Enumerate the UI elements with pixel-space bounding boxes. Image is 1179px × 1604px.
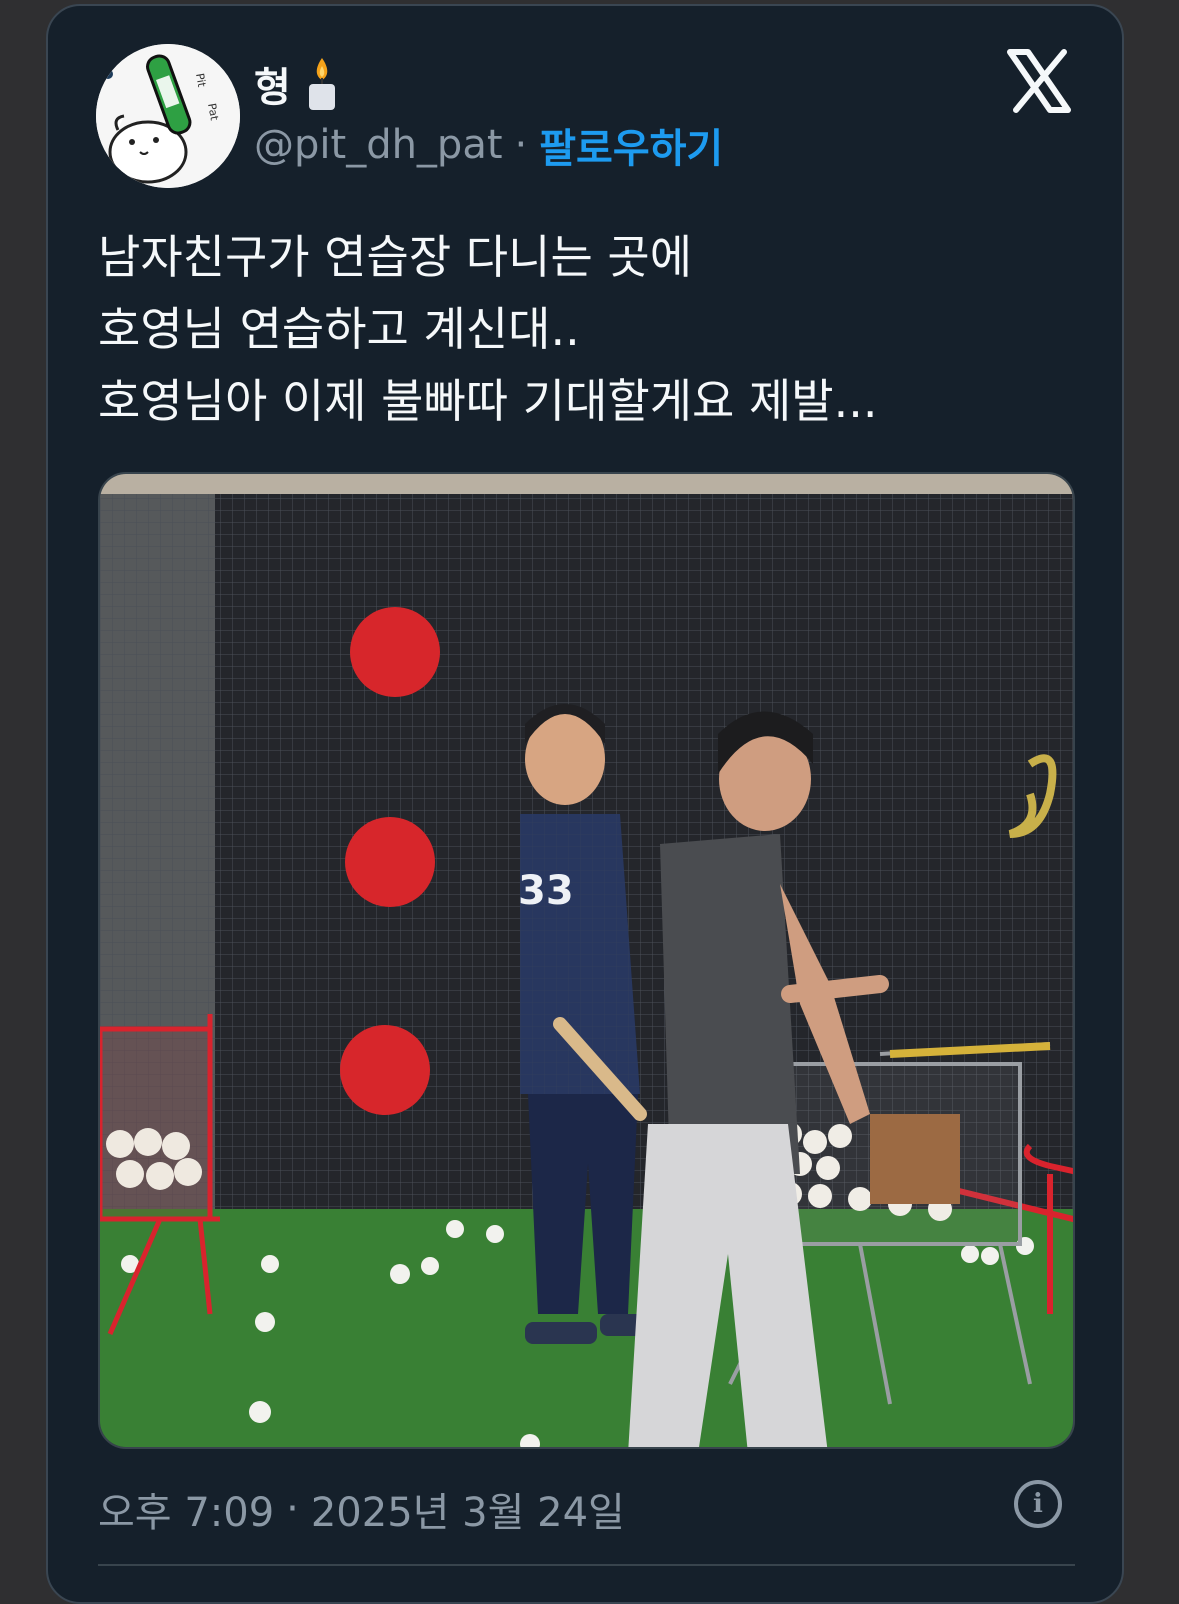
tweet-time: 오후 7:09 <box>98 1490 275 1536</box>
jersey-number: 33 <box>518 868 574 914</box>
meta-separator: · <box>286 1486 299 1532</box>
author-handle[interactable]: @pit_dh_pat <box>254 122 503 168</box>
tweet-card: Pit Pat 형 @pit_dh_pat · 팔로우하기 남자친구가 연습장 … <box>46 4 1124 1604</box>
author-handle-row: @pit_dh_pat · 팔로우하기 <box>254 116 723 174</box>
tweet-line: 호영님아 이제 불빠따 기대할게요 제발... <box>98 374 878 428</box>
photo-illustration: 33 <box>100 474 1073 1447</box>
x-logo-icon[interactable] <box>1006 48 1072 114</box>
tweet-line: 남자친구가 연습장 다니는 곳에 <box>98 230 693 284</box>
tweet-text: 남자친구가 연습장 다니는 곳에 호영님 연습하고 계신대.. 호영님아 이제 … <box>98 221 1078 437</box>
tweet-photo[interactable]: 33 <box>98 472 1075 1449</box>
handle-separator: · <box>514 122 528 168</box>
info-icon[interactable]: i <box>1014 1480 1062 1528</box>
follow-button[interactable]: 팔로우하기 <box>539 116 723 174</box>
tweet-timestamp[interactable]: 오후 7:09 · 2025년 3월 24일 <box>98 1480 625 1538</box>
author-name-row: 형 <box>254 54 339 114</box>
tweet-line: 호영님 연습하고 계신대.. <box>98 302 580 356</box>
candle-icon <box>308 58 335 110</box>
info-glyph: i <box>1033 1489 1043 1519</box>
avatar-illustration: Pit Pat <box>96 44 240 188</box>
display-name[interactable]: 형 <box>254 55 291 113</box>
divider <box>98 1564 1075 1566</box>
tweet-date: 2025년 3월 24일 <box>310 1490 625 1536</box>
avatar[interactable]: Pit Pat <box>96 44 240 188</box>
